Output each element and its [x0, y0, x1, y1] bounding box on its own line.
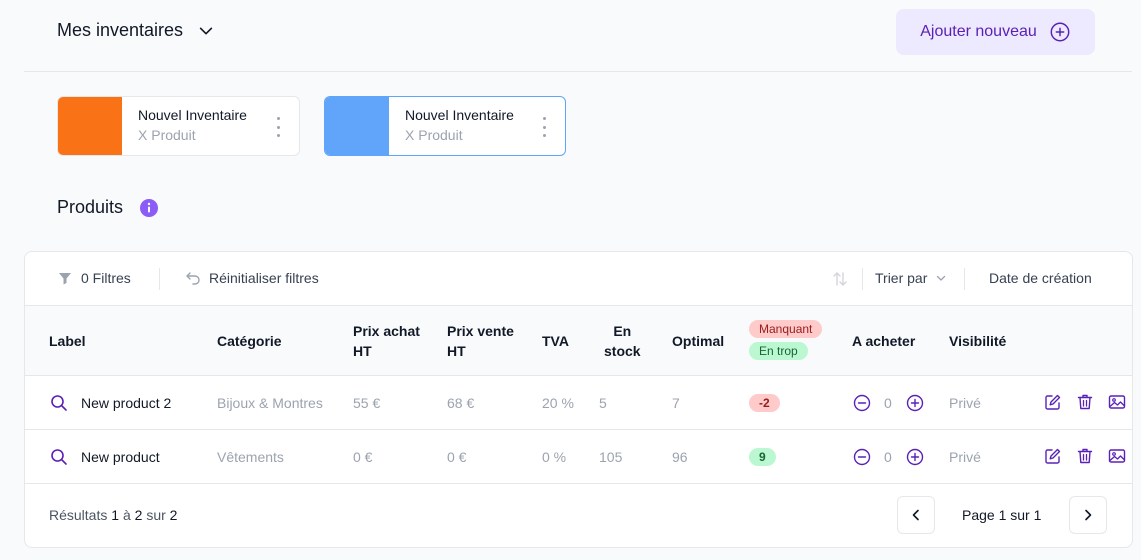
plus-circle-icon: [1050, 22, 1070, 42]
minus-circle-icon[interactable]: [853, 448, 871, 466]
more-options-icon[interactable]: [541, 117, 547, 137]
col-optimal[interactable]: Optimal: [672, 331, 724, 351]
products-heading: Produits: [57, 197, 159, 218]
next-page-button[interactable]: [1069, 496, 1107, 534]
product-sell-price: 68 €: [447, 395, 475, 411]
edit-icon[interactable]: [1044, 447, 1062, 465]
reset-filters-button[interactable]: Réinitialiser filtres: [185, 270, 319, 286]
product-tva: 20 %: [542, 395, 574, 411]
sort-direction-button[interactable]: [831, 270, 849, 288]
col-category[interactable]: Catégorie: [217, 331, 282, 351]
edit-icon[interactable]: [1044, 393, 1062, 411]
sort-value-button[interactable]: Date de création: [989, 270, 1092, 286]
product-visibility[interactable]: Privé: [949, 394, 981, 412]
table-row[interactable]: New product 2 Bijoux & Montres 55 € 68 €…: [25, 376, 1132, 430]
trash-icon[interactable]: [1076, 393, 1094, 411]
sort-by-dropdown[interactable]: Trier par: [875, 270, 947, 286]
chevron-down-icon[interactable]: [197, 22, 215, 40]
inventory-name: Nouvel Inventaire: [138, 107, 247, 123]
inventory-color-swatch: [325, 97, 389, 155]
product-sell-price: 0 €: [447, 449, 467, 465]
minus-circle-icon[interactable]: [853, 394, 871, 412]
section-title: Produits: [57, 197, 124, 217]
product-optimal: 96: [672, 449, 688, 465]
product-category: Vêtements: [217, 449, 284, 465]
chevron-down-icon: [937, 275, 946, 281]
diff-badge: 9: [749, 448, 776, 466]
filters-button[interactable]: 0 Filtres: [57, 270, 131, 286]
inventory-card[interactable]: Nouvel Inventaire X Produit: [57, 96, 300, 156]
table-row[interactable]: New product Vêtements 0 € 0 € 0 % 105 96…: [25, 430, 1132, 484]
inventory-color-swatch: [58, 97, 122, 155]
inventory-header: Mes inventaires Ajouter nouveau: [24, 0, 1132, 72]
sort-value-label: Date de création: [989, 270, 1092, 286]
surplus-badge: En trop: [749, 342, 808, 360]
product-stock: 5: [599, 395, 607, 411]
inventory-product-count: X Produit: [405, 127, 463, 143]
image-icon[interactable]: [1108, 393, 1126, 411]
col-tva[interactable]: TVA: [542, 331, 569, 351]
plus-circle-icon[interactable]: [906, 394, 924, 412]
sort-arrows-icon: [833, 272, 847, 286]
previous-page-button[interactable]: [897, 496, 935, 534]
image-icon[interactable]: [1108, 447, 1126, 465]
product-label: New product: [81, 449, 160, 465]
add-new-button[interactable]: Ajouter nouveau: [896, 9, 1095, 55]
trash-icon[interactable]: [1076, 447, 1094, 465]
filter-icon: [59, 273, 71, 285]
plus-circle-icon[interactable]: [906, 448, 924, 466]
products-table-panel: 0 Filtres Réinitialiser filtres Trier pa…: [24, 251, 1133, 548]
col-stock[interactable]: En stock: [604, 321, 641, 361]
chevron-left-icon: [912, 509, 919, 521]
product-visibility[interactable]: Privé: [949, 448, 981, 466]
missing-badge: Manquant: [749, 320, 823, 338]
to-buy-quantity[interactable]: 0: [884, 394, 892, 412]
reset-filters-label: Réinitialiser filtres: [209, 270, 319, 286]
product-buy-price: 55 €: [353, 395, 381, 411]
chevron-right-icon: [1085, 509, 1092, 521]
page-title: Mes inventaires: [57, 20, 184, 40]
inventory-name: Nouvel Inventaire: [405, 107, 514, 123]
to-buy-quantity[interactable]: 0: [884, 448, 892, 466]
undo-icon: [186, 272, 200, 285]
col-buy-price[interactable]: Prix achat HT: [353, 321, 420, 361]
col-diff[interactable]: Manquant En trop: [749, 320, 823, 360]
product-stock: 105: [599, 449, 623, 465]
inventory-selector[interactable]: Mes inventaires: [57, 20, 215, 41]
product-optimal: 7: [672, 395, 680, 411]
diff-badge: -2: [749, 394, 780, 412]
page-indicator: Page 1 sur 1: [962, 507, 1042, 523]
inventory-card-selected[interactable]: Nouvel Inventaire X Produit: [324, 96, 566, 156]
col-sell-price[interactable]: Prix vente HT: [447, 321, 514, 361]
product-tva: 0 %: [542, 449, 567, 465]
table-footer: Résultats 1 à 2 sur 2 Page 1 sur 1: [25, 484, 1132, 547]
inventory-product-count: X Produit: [138, 127, 196, 143]
col-to-buy[interactable]: A acheter: [852, 331, 915, 351]
sort-by-label: Trier par: [875, 270, 928, 286]
search-icon[interactable]: [50, 394, 68, 412]
filters-label: 0 Filtres: [81, 270, 131, 286]
info-icon[interactable]: [139, 198, 159, 218]
product-category: Bijoux & Montres: [217, 395, 323, 411]
product-buy-price: 0 €: [353, 449, 373, 465]
add-new-label: Ajouter nouveau: [920, 23, 1037, 40]
col-visibility[interactable]: Visibilité: [949, 331, 1006, 351]
table-header: Label Catégorie Prix achat HT Prix vente H…: [25, 306, 1132, 376]
results-summary: Résultats 1 à 2 sur 2: [49, 507, 178, 523]
more-options-icon[interactable]: [275, 117, 281, 137]
search-icon[interactable]: [50, 448, 68, 466]
product-label: New product 2: [81, 395, 172, 411]
table-toolbar: 0 Filtres Réinitialiser filtres Trier pa…: [25, 252, 1132, 306]
col-label[interactable]: Label: [49, 331, 86, 351]
